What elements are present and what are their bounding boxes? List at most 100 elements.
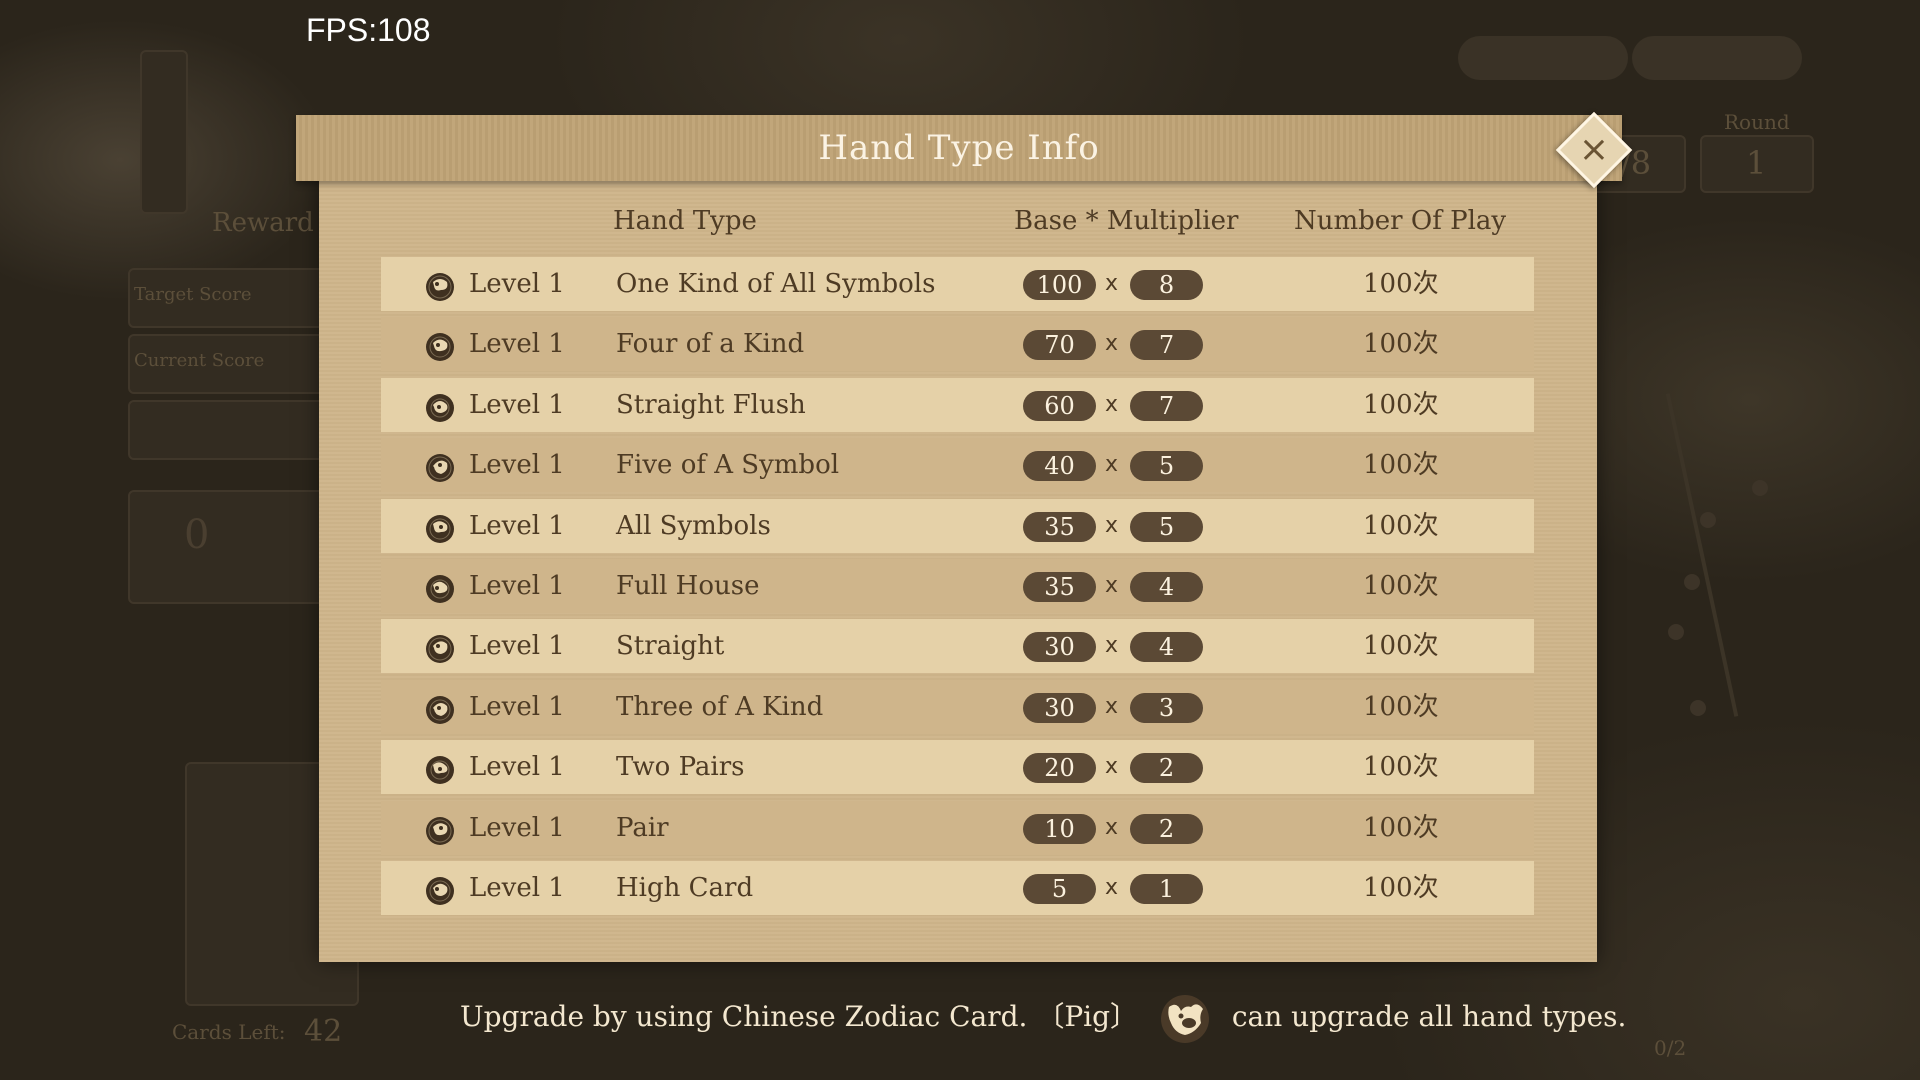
hand-type-row: Level 1 Full House 35 x 4 100次 [381,558,1534,613]
hand-type-list: Level 1 One Kind of All Symbols 100 x 8 100次 L… [381,257,1534,921]
bg-progress: 0/2 [1654,1036,1687,1060]
hand-type-row: Level 1 One Kind of All Symbols 100 x 8 100次 [381,257,1534,311]
hand-type-name: One Kind of All Symbols [616,269,936,299]
hand-type-name: Two Pairs [616,752,745,783]
play-count: 100次 [1363,269,1439,299]
times-symbol: x [1105,814,1119,840]
hand-type-row: Level 1 Pair 10 x 2 100次 [381,800,1534,855]
hand-type-row: Level 1 Four of a Kind 70 x 7 100次 [381,317,1534,372]
hand-type-row: Level 1 High Card 5 x 1 100次 [381,860,1534,915]
hand-type-name: Full House [616,570,760,601]
bg-score-panel [128,490,332,604]
play-count: 100次 [1363,510,1439,541]
dragon-zodiac-icon [425,512,455,543]
close-icon: × [1578,129,1610,170]
bg-path-node [1684,574,1700,590]
monkey-zodiac-icon [425,753,455,785]
rat-zodiac-icon [425,270,455,301]
horse-zodiac-icon [425,632,455,664]
base-value-pill: 30 [1023,632,1096,663]
multiplier-value-pill: 1 [1130,873,1203,904]
hand-type-row: Level 1 Three of A Kind 30 x 3 100次 [381,679,1534,734]
multiplier-value-pill: 2 [1130,753,1203,784]
multiplier-value-pill: 5 [1130,511,1203,542]
bg-round-value: 1 [1746,144,1767,182]
multiplier-value-pill: 4 [1130,632,1203,663]
multiplier-value-pill: 4 [1130,571,1203,602]
upgrade-hint: Upgrade by using Chinese Zodiac Card. 〔P… [460,992,1627,1043]
hand-level: Level 1 [469,872,565,903]
hand-level: Level 1 [469,570,565,601]
multiplier-value-pill: 3 [1130,692,1203,723]
hand-level: Level 1 [469,329,565,360]
times-symbol: x [1105,331,1119,357]
bg-side-banner [140,50,188,214]
base-value-pill: 5 [1023,873,1096,904]
play-count: 100次 [1363,389,1439,420]
dog-zodiac-icon [425,874,455,905]
bg-menu-pill-1 [1458,36,1628,80]
bg-path-node [1690,700,1706,716]
hand-type-name: All Symbols [616,510,771,541]
bg-current-score-label: Current Score [134,350,265,371]
base-value-pill: 30 [1023,692,1096,723]
upgrade-hint-text-after: can upgrade all hand types. [1231,1000,1627,1033]
rooster-zodiac-icon [425,814,455,845]
hand-level: Level 1 [469,752,565,783]
hand-type-name: Straight Flush [616,389,806,420]
times-symbol: x [1105,633,1119,659]
bg-menu-pill-2 [1632,36,1802,80]
base-value-pill: 40 [1023,451,1096,482]
times-symbol: x [1105,572,1119,598]
bg-empty-box [128,400,332,460]
base-value-pill: 100 [1023,270,1096,300]
hand-level: Level 1 [469,631,565,662]
hand-type-name: Four of a Kind [616,329,805,360]
hand-type-name: Pair [616,812,669,843]
goat-zodiac-icon [425,693,455,724]
snake-zodiac-icon [425,572,455,603]
play-count: 100次 [1363,752,1439,783]
base-value-pill: 35 [1023,511,1096,542]
ox-zodiac-icon [425,330,455,362]
bg-path-node [1752,480,1768,496]
times-symbol: x [1105,271,1119,296]
bg-reward-label: Reward [212,208,314,238]
hand-type-name: Five of A Symbol [616,450,840,481]
times-symbol: x [1105,512,1119,538]
hand-type-row: Level 1 Straight Flush 60 x 7 100次 [381,377,1534,432]
bg-path-node [1700,512,1716,528]
fps-counter: FPS:108 [306,12,431,48]
rabbit-zodiac-icon [425,451,455,483]
hand-type-name: High Card [616,872,754,903]
bg-cards-left-label: Cards Left: [172,1020,286,1044]
play-count: 100次 [1363,570,1439,601]
base-value-pill: 20 [1023,753,1096,784]
bg-path-node [1668,624,1684,640]
hand-level: Level 1 [469,269,565,299]
base-value-pill: 70 [1023,330,1096,361]
dialog-header: Hand Type Info [296,115,1622,181]
bg-target-score-label: Target Score [134,284,252,305]
play-count: 100次 [1363,691,1439,722]
hand-type-name: Straight [616,631,725,662]
multiplier-value-pill: 8 [1130,270,1203,300]
column-header-hand-type: Hand Type [613,206,757,236]
tiger-zodiac-icon [425,391,455,422]
bg-round-label: Round [1724,110,1790,134]
bg-cards-left-value: 42 [304,1014,343,1049]
multiplier-value-pill: 2 [1130,813,1203,844]
multiplier-value-pill: 7 [1130,390,1203,421]
times-symbol: x [1105,874,1119,900]
play-count: 100次 [1363,329,1439,360]
times-symbol: x [1105,452,1119,478]
play-count: 100次 [1363,812,1439,843]
base-value-pill: 60 [1023,390,1096,421]
dialog-title: Hand Type Info [818,128,1100,168]
column-header-base-multiplier: Base * Multiplier [1014,206,1239,236]
hand-level: Level 1 [469,389,565,420]
pig-zodiac-icon [1160,994,1209,1043]
multiplier-value-pill: 5 [1130,451,1203,482]
play-count: 100次 [1363,631,1439,662]
times-symbol: x [1105,754,1119,780]
